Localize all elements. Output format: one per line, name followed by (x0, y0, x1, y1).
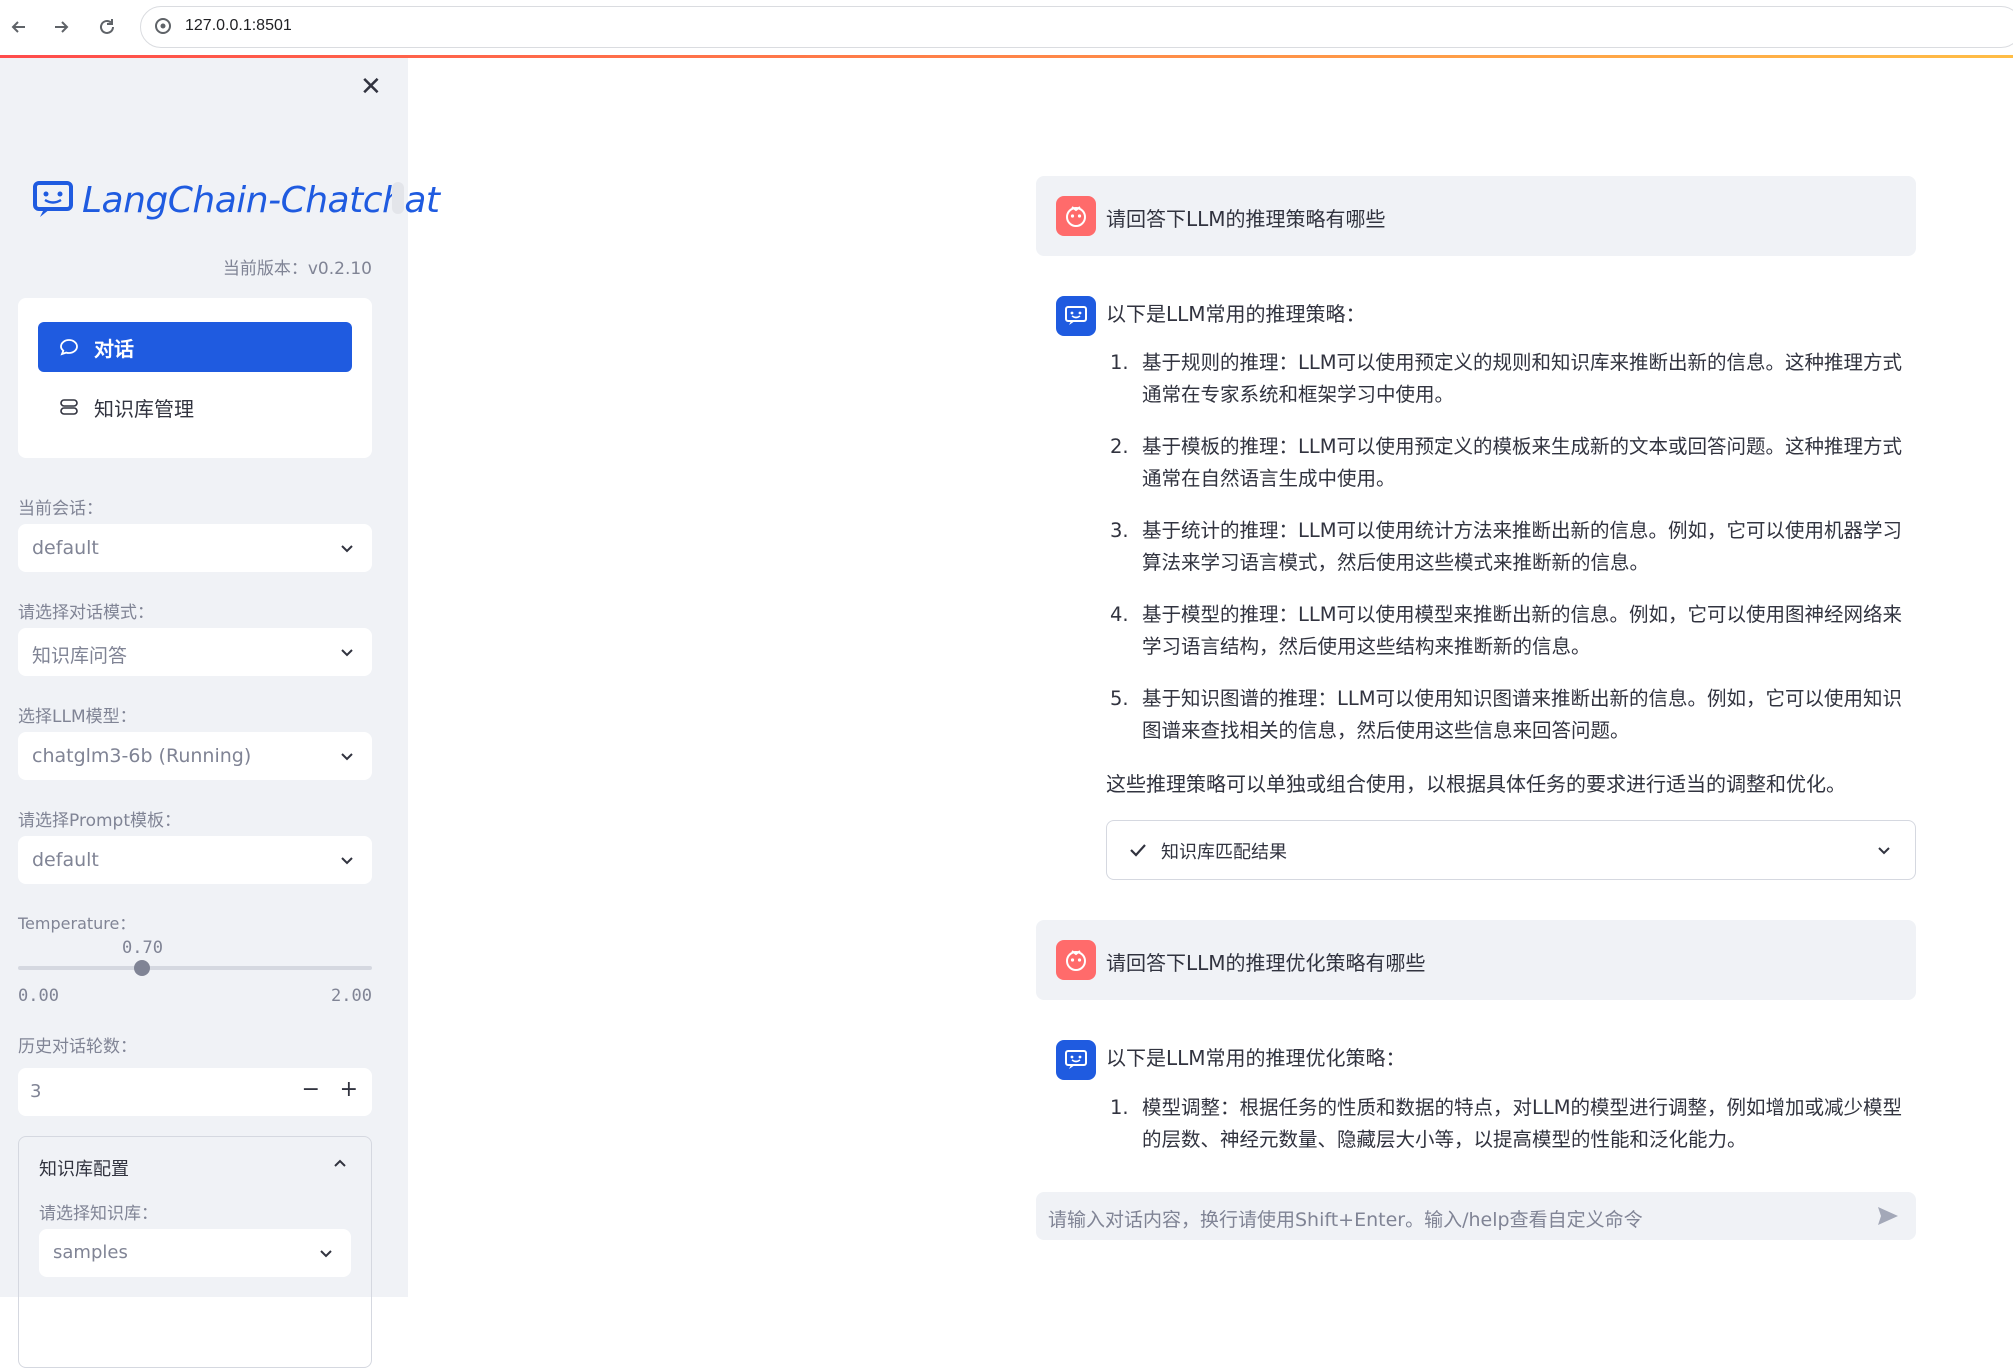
assistant-avatar-icon (1056, 1040, 1096, 1080)
user-message: 请回答下LLM的推理优化策略有哪些 (1036, 920, 1916, 1000)
chevron-down-icon (1878, 847, 1890, 855)
close-sidebar-icon[interactable]: ✕ (360, 72, 382, 102)
browser-toolbar: 127.0.0.1:8501 (0, 0, 2013, 55)
prompt-select[interactable]: default (18, 836, 372, 884)
increment-button[interactable]: + (340, 1077, 358, 1102)
reload-icon[interactable] (92, 12, 122, 42)
chevron-down-icon (341, 857, 353, 865)
sidebar: ✕ LangChain-Chatchat 当前版本：v0.2.10 对话 知识库… (0, 58, 440, 1368)
send-icon[interactable] (1876, 1204, 1900, 1228)
list-item-text: 模型调整：根据任务的性质和数据的特点，对LLM的模型进行调整，例如增加或减少模型… (1142, 1096, 1903, 1151)
mode-label: 请选择对话模式： (18, 603, 154, 623)
llm-select[interactable]: chatglm3-6b (Running) (18, 732, 372, 780)
chevron-down-icon (320, 1250, 332, 1258)
list-item-text: 基于统计的推理：LLM可以使用统计方法来推断出新的信息。例如，它可以使用机器学习… (1142, 519, 1903, 574)
select-value: samples (53, 1242, 128, 1263)
kb-result-label: 知识库匹配结果 (1161, 842, 1287, 863)
mode-select[interactable]: 知识库问答 (18, 628, 372, 676)
version-text: 当前版本：v0.2.10 (222, 259, 372, 279)
list-item-number: 1. (1110, 1096, 1129, 1119)
user-avatar-icon (1056, 940, 1096, 980)
list-item-number: 1. (1110, 351, 1129, 374)
session-select[interactable]: default (18, 524, 372, 572)
temperature-min: 0.00 (18, 986, 59, 1006)
kb-select-label: 请选择知识库： (39, 1204, 158, 1224)
menu-item-label: 对话 (94, 336, 134, 361)
temperature-slider-track[interactable] (18, 966, 372, 970)
list-item-number: 5. (1110, 687, 1129, 710)
list-item-number: 3. (1110, 519, 1129, 542)
database-icon (58, 396, 80, 418)
prompt-label: 请选择Prompt模板： (18, 811, 181, 831)
logo-text: LangChain-Chatchat (82, 180, 440, 221)
assistant-intro-text: 以下是LLM常用的推理优化策略： (1106, 1046, 1406, 1070)
sidebar-collapse-handle[interactable] (392, 182, 404, 214)
address-bar[interactable]: 127.0.0.1:8501 (140, 6, 2013, 48)
chevron-up-icon[interactable] (331, 1155, 349, 1173)
kb-select[interactable]: samples (39, 1229, 351, 1277)
kb-result-expander[interactable]: 知识库匹配结果 (1106, 820, 1916, 880)
chat-input-placeholder: 请输入对话内容，换行请使用Shift+Enter。输入/help查看自定义命令 (1048, 1209, 1643, 1231)
assistant-avatar-icon (1056, 296, 1096, 336)
kb-config-expander: 知识库配置 请选择知识库： samples (18, 1136, 372, 1368)
chevron-down-icon (341, 753, 353, 761)
temperature-label: Temperature： (18, 914, 136, 933)
user-message: 请回答下LLM的推理策略有哪些 (1036, 176, 1916, 256)
select-value: chatglm3-6b (Running) (32, 745, 252, 767)
temperature-slider-thumb[interactable] (133, 960, 150, 976)
list-item-text: 基于模板的推理：LLM可以使用预定义的模板来生成新的文本或回答问题。这种推理方式… (1142, 435, 1903, 490)
chevron-down-icon (341, 649, 353, 657)
menu-item-chat[interactable]: 对话 (38, 322, 352, 372)
session-label: 当前会话： (18, 499, 103, 519)
decrement-button[interactable]: − (302, 1077, 320, 1102)
history-label: 历史对话轮数： (18, 1037, 137, 1057)
list-item-text: 基于规则的推理：LLM可以使用预定义的规则和知识库来推断出新的信息。这种推理方式… (1142, 351, 1903, 406)
select-value: 知识库问答 (32, 645, 128, 667)
kb-config-title[interactable]: 知识库配置 (39, 1155, 129, 1181)
user-message-text: 请回答下LLM的推理策略有哪些 (1106, 207, 1386, 231)
list-item-text: 基于模型的推理：LLM可以使用模型来推断出新的信息。例如，它可以使用图神经网络来… (1142, 603, 1903, 658)
user-message-text: 请回答下LLM的推理优化策略有哪些 (1106, 951, 1426, 975)
assistant-summary-text: 这些推理策略可以单独或组合使用，以根据具体任务的要求进行适当的调整和优化。 (1106, 772, 1846, 796)
user-avatar-icon (1056, 196, 1096, 236)
history-input[interactable]: 3 (30, 1081, 41, 1102)
chevron-down-icon (341, 545, 353, 553)
temperature-max: 2.00 (331, 986, 372, 1006)
url-text: 127.0.0.1:8501 (185, 17, 292, 34)
arrow-left-icon[interactable] (4, 12, 34, 42)
nav-menu: 对话 知识库管理 (18, 298, 372, 458)
chat-bubble-icon (58, 336, 80, 358)
select-value: default (32, 537, 99, 559)
menu-item-kb-management[interactable]: 知识库管理 (38, 382, 352, 432)
history-stepper: 3 − + (18, 1068, 372, 1116)
list-item-number: 4. (1110, 603, 1129, 626)
chat-input[interactable]: 请输入对话内容，换行请使用Shift+Enter。输入/help查看自定义命令 (1036, 1192, 1916, 1240)
temperature-value: 0.70 (122, 938, 163, 958)
arrow-right-icon[interactable] (46, 12, 76, 42)
menu-item-label: 知识库管理 (94, 396, 194, 421)
site-info-icon[interactable] (153, 16, 173, 36)
chatchat-logo-icon (33, 181, 73, 217)
select-value: default (32, 849, 99, 871)
list-item-number: 2. (1110, 435, 1129, 458)
assistant-intro-text: 以下是LLM常用的推理策略： (1106, 302, 1366, 326)
list-item-text: 基于知识图谱的推理：LLM可以使用知识图谱来推断出新的信息。例如，它可以使用知识… (1142, 687, 1903, 742)
llm-label: 选择LLM模型： (18, 707, 137, 727)
check-icon (1130, 844, 1146, 857)
